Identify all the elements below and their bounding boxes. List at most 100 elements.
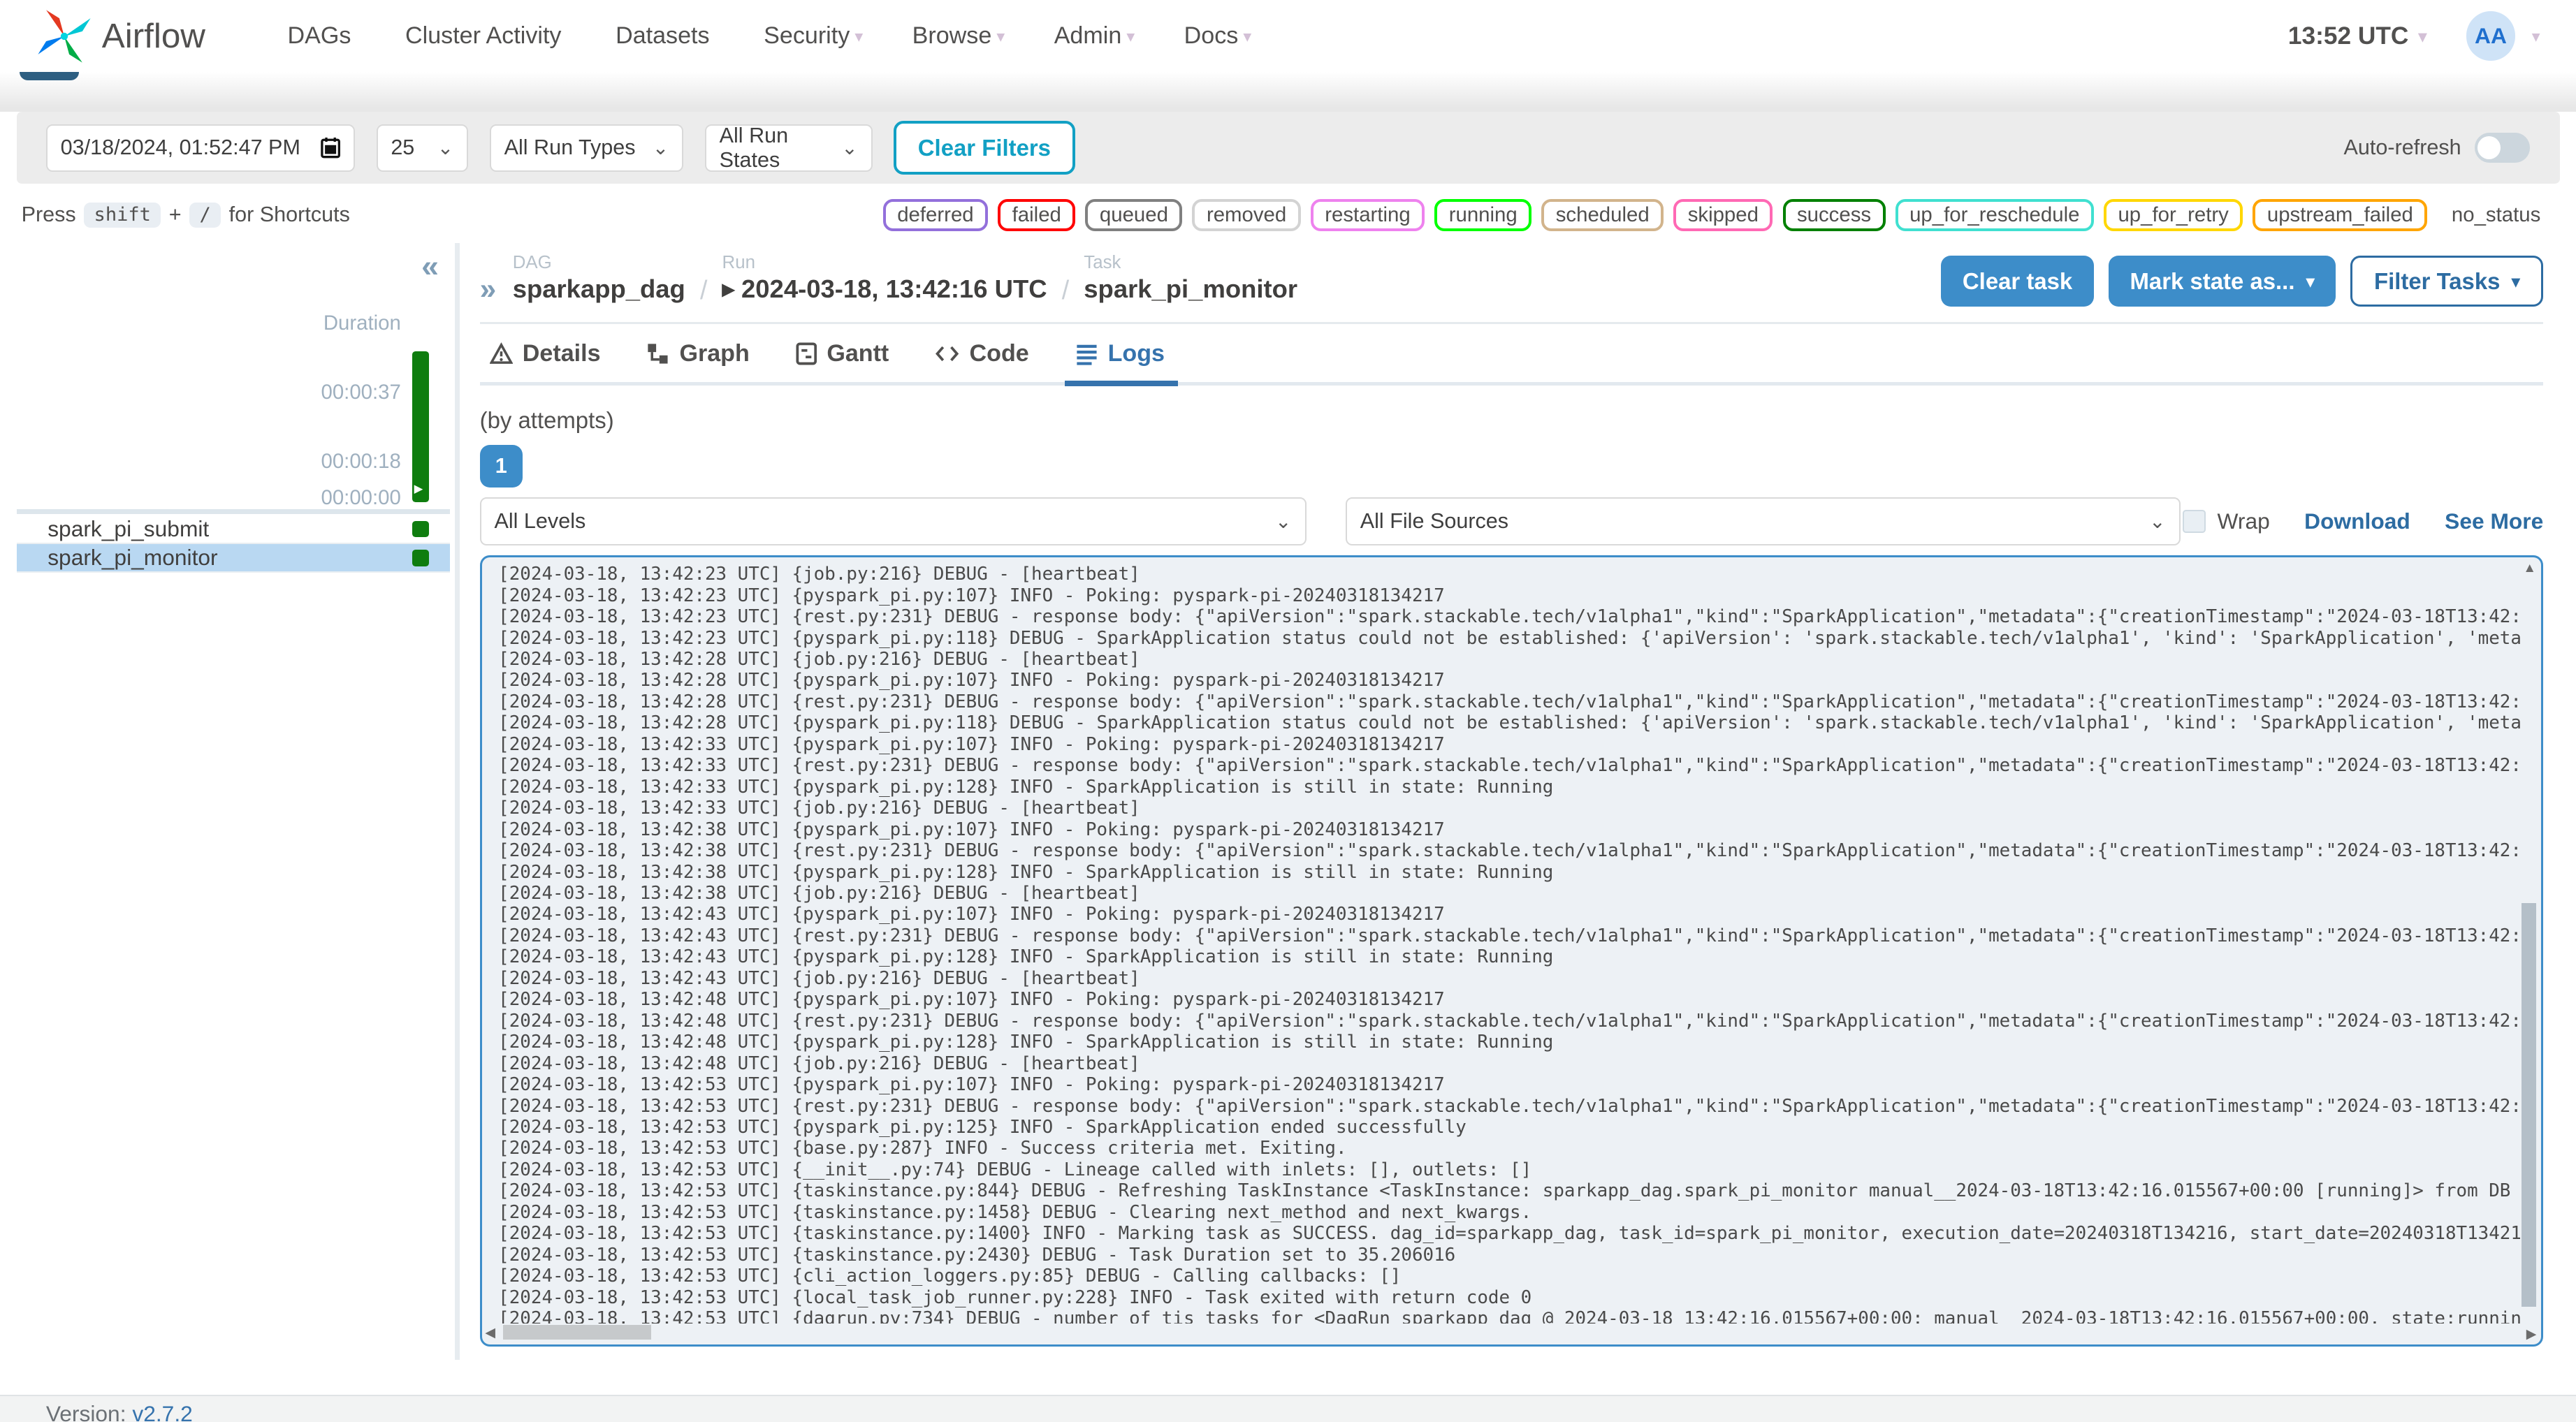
duration-axis-label: Duration xyxy=(323,311,401,335)
base-date-input[interactable]: 03/18/2024, 01:52:47 PM xyxy=(45,124,355,172)
log-line: [2024-03-18, 13:42:48 UTC] {pyspark_pi.p… xyxy=(498,1032,1554,1053)
download-link[interactable]: Download xyxy=(2304,508,2410,534)
log-levels-select[interactable]: All Levels ⌄ xyxy=(479,497,1307,545)
log-lines[interactable]: [2024-03-18, 13:42:23 UTC] {job.py:216} … xyxy=(482,560,2520,1324)
breadcrumb-task[interactable]: Task spark_pi_monitor xyxy=(1084,253,1297,307)
tab-code[interactable]: Code xyxy=(935,340,1029,382)
log-line: [2024-03-18, 13:42:53 UTC] {__init__.py:… xyxy=(498,1159,1532,1180)
vertical-scrollbar-thumb[interactable] xyxy=(2522,902,2537,1307)
vertical-scrollbar[interactable]: ▲ xyxy=(2522,560,2538,1321)
chevron-down-icon: ⌄ xyxy=(841,136,858,159)
chevron-down-icon: ▾ xyxy=(854,27,864,45)
log-line: [2024-03-18, 13:42:28 UTC] {job.py:216} … xyxy=(498,648,1140,670)
expand-panel-icon[interactable]: » xyxy=(480,272,497,307)
tab-details[interactable]: Details xyxy=(489,340,601,382)
tab-graph[interactable]: Graph xyxy=(646,340,750,382)
task-row-spark-pi-monitor[interactable]: spark_pi_monitor xyxy=(16,544,451,573)
run-types-select[interactable]: All Run Types ⌄ xyxy=(489,124,684,172)
status-badge[interactable]: restarting xyxy=(1310,198,1425,232)
status-badge[interactable]: no_status xyxy=(2437,198,2555,232)
main-area: « Duration 00:00:37 00:00:18 00:00:00 ▶ … xyxy=(16,242,2560,1360)
nav-menu-item[interactable]: Admin ▾ xyxy=(1054,22,1135,50)
horizontal-scrollbar-thumb[interactable] xyxy=(503,1325,651,1340)
log-line: [2024-03-18, 13:42:23 UTC] {job.py:216} … xyxy=(498,564,1140,585)
nav-menu: DAGs Cluster Activity Datasets Security ▾… xyxy=(288,22,1252,50)
log-line: [2024-03-18, 13:42:33 UTC] {pyspark_pi.p… xyxy=(498,776,1554,798)
status-badge[interactable]: up_for_reschedule xyxy=(1895,198,2094,232)
chevron-down-icon[interactable]: ▾ xyxy=(2532,27,2540,46)
chevron-down-icon: ▾ xyxy=(1243,27,1252,45)
nav-menu-item[interactable]: DAGs xyxy=(288,22,356,50)
task-state-square[interactable] xyxy=(412,520,429,538)
grid-sidebar: « Duration 00:00:37 00:00:18 00:00:00 ▶ … xyxy=(16,242,460,1360)
log-line: [2024-03-18, 13:42:53 UTC] {taskinstance… xyxy=(498,1201,1532,1223)
scroll-up-icon[interactable]: ▲ xyxy=(2523,560,2536,576)
file-sources-select[interactable]: All File Sources ⌄ xyxy=(1345,497,2181,545)
nav-menu-item[interactable]: Docs ▾ xyxy=(1184,22,1252,50)
breadcrumb-run[interactable]: Run ▶ 2024-03-18, 13:42:16 UTC xyxy=(722,253,1047,307)
shortcuts-hint: Press shift + / for Shortcuts xyxy=(21,203,350,228)
status-badge[interactable]: skipped xyxy=(1673,198,1773,232)
run-states-select[interactable]: All Run States ⌄ xyxy=(704,124,873,172)
task-row-spark-pi-submit[interactable]: spark_pi_submit xyxy=(16,515,451,545)
log-line: [2024-03-18, 13:42:43 UTC] {pyspark_pi.p… xyxy=(498,946,1554,968)
status-badge[interactable]: failed xyxy=(998,198,1076,232)
attempt-1-button[interactable]: 1 xyxy=(479,445,523,488)
see-more-link[interactable]: See More xyxy=(2445,508,2543,534)
clock-menu[interactable]: 13:52 UTC ▾ xyxy=(2288,22,2426,50)
auto-refresh-toggle[interactable] xyxy=(2474,133,2531,163)
horizontal-scrollbar[interactable]: ◀ xyxy=(485,1325,2518,1342)
version-link[interactable]: v2.7.2 xyxy=(132,1401,192,1422)
nav-menu-item[interactable]: Browse ▾ xyxy=(912,22,1005,50)
chevron-down-icon: ▾ xyxy=(2418,27,2427,45)
log-line: [2024-03-18, 13:42:28 UTC] {pyspark_pi.p… xyxy=(498,670,1445,691)
chevron-down-icon: ▾ xyxy=(1126,27,1135,45)
chevron-down-icon: ⌄ xyxy=(437,136,454,159)
chevron-down-icon: ▾ xyxy=(2511,272,2520,291)
manual-run-icon: ▶ xyxy=(414,482,423,495)
log-line: [2024-03-18, 13:42:28 UTC] {pyspark_pi.p… xyxy=(498,712,2520,734)
wrap-checkbox[interactable] xyxy=(2183,510,2206,534)
nav-menu-item[interactable]: Cluster Activity xyxy=(405,22,567,50)
clear-task-button[interactable]: Clear task xyxy=(1941,256,2094,307)
task-state-square[interactable] xyxy=(412,549,429,566)
status-badge[interactable]: success xyxy=(1782,198,1886,232)
state-legend: deferred failed queued removed restartin… xyxy=(882,198,2555,232)
filter-tasks-button[interactable]: Filter Tasks ▾ xyxy=(2350,256,2544,307)
tab-logs[interactable]: Logs xyxy=(1065,340,1177,386)
tab-gantt[interactable]: Gantt xyxy=(796,340,889,382)
status-badge[interactable]: scheduled xyxy=(1541,198,1664,232)
run-play-icon: ▶ xyxy=(722,280,735,299)
log-line: [2024-03-18, 13:42:43 UTC] {pyspark_pi.p… xyxy=(498,904,1445,925)
chevron-down-icon: ▾ xyxy=(2306,272,2315,291)
status-badge[interactable]: removed xyxy=(1192,198,1301,232)
log-filters-row: All Levels ⌄ All File Sources ⌄ Wrap Downl… xyxy=(479,497,2543,545)
chevron-down-icon: ⌄ xyxy=(1275,510,1292,533)
auto-refresh-label: Auto-refresh xyxy=(2343,135,2461,160)
duration-tick: 00:00:37 xyxy=(321,381,401,404)
avatar[interactable]: AA xyxy=(2466,11,2516,61)
mark-state-button[interactable]: Mark state as... ▾ xyxy=(2108,256,2336,307)
status-badge[interactable]: deferred xyxy=(882,198,989,232)
duration-tick: 00:00:00 xyxy=(321,485,401,509)
breadcrumb-dag[interactable]: DAG sparkapp_dag xyxy=(513,253,685,307)
code-icon xyxy=(936,346,959,362)
collapse-sidebar-icon[interactable]: « xyxy=(421,249,439,284)
scroll-left-icon[interactable]: ◀ xyxy=(485,1325,495,1340)
airflow-app: Airflow DAGs Cluster Activity Datasets S… xyxy=(0,0,2576,1422)
status-badge[interactable]: up_for_retry xyxy=(2104,198,2243,232)
status-badge[interactable]: running xyxy=(1434,198,1532,232)
nav-menu-item[interactable]: Datasets xyxy=(616,22,715,50)
calendar-icon[interactable] xyxy=(321,137,340,159)
scroll-right-icon[interactable]: ▶ xyxy=(2526,1326,2536,1342)
log-line: [2024-03-18, 13:42:48 UTC] {pyspark_pi.p… xyxy=(498,989,1445,1011)
brand[interactable]: Airflow xyxy=(36,8,205,64)
page-size-select[interactable]: 25 ⌄ xyxy=(376,124,469,172)
status-badge[interactable]: upstream_failed xyxy=(2253,198,2428,232)
log-line: [2024-03-18, 13:42:43 UTC] {job.py:216} … xyxy=(498,967,1140,989)
nav-menu-item[interactable]: Security ▾ xyxy=(764,22,863,50)
run-duration-bar[interactable]: ▶ xyxy=(412,351,429,503)
clear-filters-button[interactable]: Clear Filters xyxy=(894,120,1075,175)
log-line: [2024-03-18, 13:42:38 UTC] {pyspark_pi.p… xyxy=(498,819,1445,840)
status-badge[interactable]: queued xyxy=(1085,198,1183,232)
